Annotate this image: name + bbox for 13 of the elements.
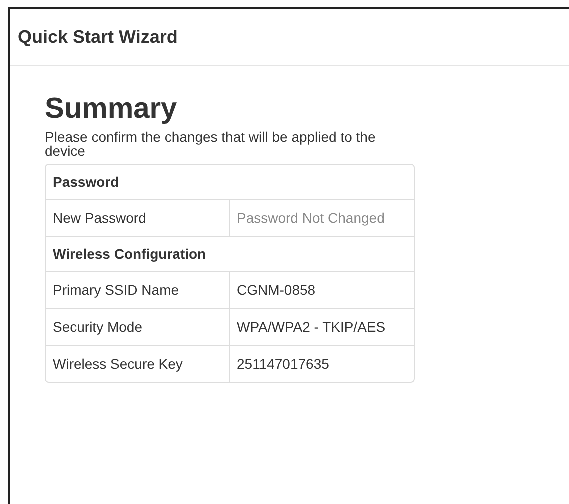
field-value: WPA/WPA2 - TKIP/AES [230,308,414,345]
field-value: Password Not Changed [230,199,414,236]
summary-description: Please confirm the changes that will be applied to the device [45,130,377,158]
field-label: New Password [46,199,230,236]
field-value: CGNM-0858 [230,271,414,308]
section-header: Wireless Configuration [46,236,414,271]
field-label: Wireless Secure Key [46,345,230,382]
field-label: Primary SSID Name [46,271,230,308]
field-value: 251147017635 [230,345,414,382]
summary-heading: Summary [45,92,178,126]
dialog-title: Quick Start Wizard [18,26,178,48]
field-label: Security Mode [46,308,230,345]
section-header: Password [52,173,120,192]
